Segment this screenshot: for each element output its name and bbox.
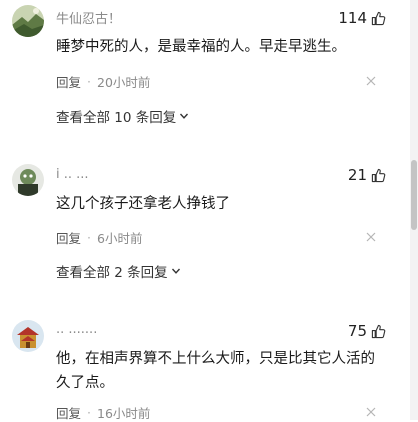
username[interactable]: 牛仙忍古！: [56, 8, 121, 27]
thumb-up-icon[interactable]: [371, 11, 386, 26]
view-all-replies-button[interactable]: 查看全部 10 条回复: [56, 106, 189, 126]
like-count: 21: [347, 166, 367, 184]
like-count: 114: [338, 9, 367, 27]
separator-dot: ·: [87, 405, 91, 420]
reply-button[interactable]: 回复: [56, 72, 81, 91]
scrollbar-thumb[interactable]: [411, 160, 417, 230]
reply-button[interactable]: 回复: [56, 228, 81, 247]
comment-meta: 回复 · 6小时前: [56, 228, 142, 247]
comment-meta: 回复 · 20小时前: [56, 72, 150, 91]
close-icon[interactable]: [366, 76, 376, 86]
comment-text: 这几个孩子还拿老人挣钱了: [56, 196, 230, 212]
username[interactable]: .. .......: [56, 322, 97, 337]
scrollbar[interactable]: [410, 0, 418, 420]
like-count: 75: [347, 322, 367, 340]
separator-dot: ·: [87, 230, 91, 245]
view-all-replies-button[interactable]: 查看全部 2 条回复: [56, 261, 181, 281]
username[interactable]: i .. ...: [56, 167, 89, 182]
thumb-up-icon[interactable]: [371, 168, 386, 183]
comment-text: 睡梦中死的人，是最幸福的人。早走早逃生。: [56, 39, 346, 55]
comment-meta: 回复 · 16小时前: [56, 403, 150, 422]
comment-text: 他，在相声界算不上什么大师，只是比其它人活的久了点。: [56, 351, 375, 391]
view-all-replies-label: 查看全部 2 条回复: [56, 265, 168, 281]
view-all-replies-label: 查看全部 10 条回复: [56, 110, 177, 126]
close-icon[interactable]: [366, 232, 376, 242]
avatar[interactable]: [12, 320, 44, 352]
separator-dot: ·: [87, 74, 91, 89]
like-button[interactable]: 75: [348, 322, 386, 340]
avatar[interactable]: [12, 164, 44, 196]
thumb-up-icon[interactable]: [371, 324, 386, 339]
reply-button[interactable]: 回复: [56, 403, 81, 422]
chevron-down-icon: [171, 266, 181, 276]
timestamp: 6小时前: [97, 231, 143, 246]
like-button[interactable]: 21: [348, 166, 386, 184]
timestamp: 20小时前: [97, 75, 151, 90]
like-button[interactable]: 114: [338, 9, 386, 27]
chevron-down-icon: [179, 111, 189, 121]
timestamp: 16小时前: [97, 406, 151, 421]
close-icon[interactable]: [366, 407, 376, 417]
avatar[interactable]: [12, 5, 44, 37]
